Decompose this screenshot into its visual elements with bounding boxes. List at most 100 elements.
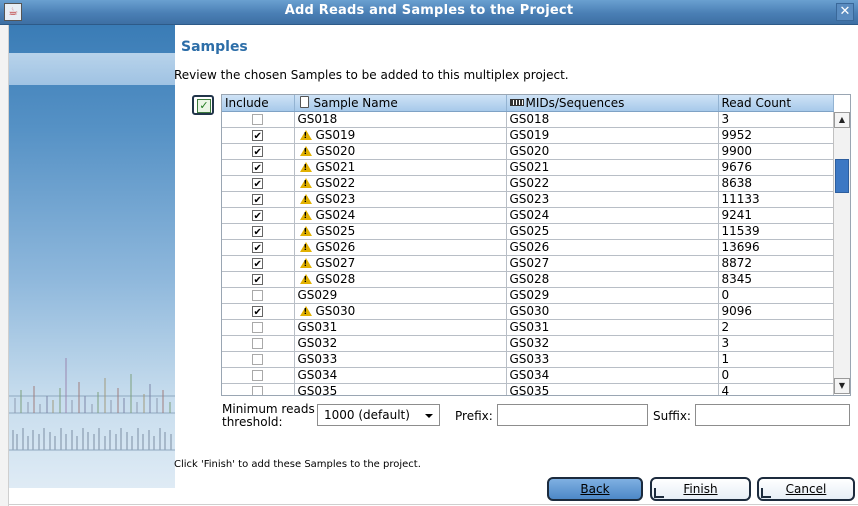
suffix-input[interactable]: [695, 404, 850, 426]
scroll-thumb[interactable]: [835, 159, 849, 193]
include-checkbox[interactable]: ✔: [252, 258, 264, 270]
mid-cell: GS022: [506, 175, 719, 192]
include-checkbox[interactable]: ✔: [252, 242, 264, 254]
read-count-cell: 9900: [718, 143, 834, 160]
column-header-read-count[interactable]: Read Count: [718, 95, 834, 112]
include-cell[interactable]: ✔: [222, 175, 295, 192]
include-checkbox[interactable]: [252, 290, 264, 301]
prefix-input[interactable]: [497, 404, 648, 426]
table-row[interactable]: ✔GS019GS0199952: [222, 127, 834, 144]
sample-name-cell: GS035: [294, 383, 507, 395]
include-checkbox[interactable]: [252, 386, 264, 395]
include-checkbox[interactable]: [252, 322, 264, 333]
include-checkbox[interactable]: ✔: [252, 162, 264, 174]
column-header-sample-name-label: Sample Name: [313, 96, 398, 110]
include-cell[interactable]: [222, 335, 295, 352]
close-icon[interactable]: ✕: [836, 3, 854, 21]
include-cell[interactable]: ✔: [222, 255, 295, 272]
back-button[interactable]: Back: [547, 477, 643, 501]
include-cell[interactable]: ✔: [222, 207, 295, 224]
table-row[interactable]: GS031 GS031 2: [222, 319, 834, 336]
include-checkbox[interactable]: ✔: [252, 210, 264, 222]
column-header-include-label: Include: [225, 96, 269, 110]
scroll-up-icon[interactable]: ▲: [834, 112, 850, 128]
include-checkbox[interactable]: [252, 354, 264, 365]
table-row[interactable]: ✔GS028GS0288345: [222, 271, 834, 288]
include-checkbox[interactable]: ✔: [252, 306, 264, 318]
finish-button-label: Finish: [683, 482, 718, 496]
table-row[interactable]: GS018 GS018 3: [222, 111, 834, 128]
sample-name-cell: GS018: [294, 111, 507, 128]
include-checkbox[interactable]: ✔: [252, 274, 264, 286]
column-header-mids[interactable]: MIDs/Sequences: [506, 95, 719, 112]
mid-cell: GS025: [506, 223, 719, 240]
section-title: Samples: [181, 39, 248, 55]
table-row[interactable]: ✔GS020GS0209900: [222, 143, 834, 160]
mid-cell: GS034: [506, 367, 719, 384]
table-row[interactable]: GS033 GS033 1: [222, 351, 834, 368]
column-header-include[interactable]: Include: [222, 95, 295, 112]
include-cell[interactable]: [222, 111, 295, 128]
scroll-down-icon[interactable]: ▼: [834, 378, 850, 394]
table-row[interactable]: ✔GS021GS0219676: [222, 159, 834, 176]
sample-name: GS031: [297, 320, 338, 334]
table-row[interactable]: ✔GS024GS0249241: [222, 207, 834, 224]
sample-name-cell: GS019: [294, 127, 507, 144]
vertical-scrollbar[interactable]: ▲ ▼: [833, 112, 850, 394]
column-header-sample-name[interactable]: Sample Name: [294, 95, 507, 112]
include-checkbox[interactable]: ✔: [252, 178, 264, 190]
sample-name: GS032: [297, 336, 338, 350]
include-checkbox[interactable]: [252, 338, 264, 349]
finish-button[interactable]: Finish: [650, 477, 751, 501]
sample-name-cell: GS027: [294, 255, 507, 272]
mid-cell: GS035: [506, 383, 719, 395]
include-cell[interactable]: ✔: [222, 143, 295, 160]
samples-table[interactable]: Include Sample Name MIDs/Sequences Read …: [221, 94, 851, 396]
include-cell[interactable]: [222, 383, 295, 395]
select-all-checkbox[interactable]: ✓: [192, 95, 214, 115]
table-row[interactable]: ✔GS022GS0228638: [222, 175, 834, 192]
table-row[interactable]: GS032 GS032 3: [222, 335, 834, 352]
sample-name: GS024: [315, 208, 356, 222]
include-cell[interactable]: ✔: [222, 127, 295, 144]
table-row[interactable]: GS035 GS035 4: [222, 383, 834, 395]
include-cell[interactable]: ✔: [222, 303, 295, 320]
read-count-cell: 3: [718, 111, 834, 128]
include-cell[interactable]: [222, 287, 295, 304]
warning-icon: [299, 306, 312, 316]
include-checkbox[interactable]: ✔: [252, 194, 264, 206]
warning-icon: [299, 178, 312, 188]
table-row[interactable]: GS029 GS029 0: [222, 287, 834, 304]
include-checkbox[interactable]: [252, 370, 264, 381]
include-checkbox[interactable]: ✔: [252, 130, 264, 142]
table-row[interactable]: ✔GS023GS02311133: [222, 191, 834, 208]
table-row[interactable]: ✔GS025GS02511539: [222, 223, 834, 240]
include-checkbox[interactable]: ✔: [252, 146, 264, 158]
include-checkbox[interactable]: [252, 114, 264, 125]
warning-icon: [299, 242, 312, 252]
include-checkbox[interactable]: ✔: [252, 226, 264, 238]
threshold-dropdown[interactable]: 1000 (default): [317, 404, 440, 426]
sidebar-graphic: [9, 25, 175, 488]
include-cell[interactable]: ✔: [222, 191, 295, 208]
mid-cell: GS032: [506, 335, 719, 352]
focus-corner-icon: [761, 488, 771, 498]
table-row[interactable]: GS034 GS034 0: [222, 367, 834, 384]
window-frame-left: [0, 25, 9, 506]
cancel-button-label: Cancel: [785, 482, 827, 496]
mid-cell: GS018: [506, 111, 719, 128]
include-cell[interactable]: [222, 319, 295, 336]
include-cell[interactable]: ✔: [222, 271, 295, 288]
prefix-label: Prefix:: [455, 409, 493, 423]
mid-cell: GS020: [506, 143, 719, 160]
include-cell[interactable]: ✔: [222, 239, 295, 256]
read-count-cell: 11133: [718, 191, 834, 208]
cancel-button[interactable]: Cancel: [757, 477, 855, 501]
table-row[interactable]: ✔GS030GS0309096: [222, 303, 834, 320]
table-row[interactable]: ✔GS026GS02613696: [222, 239, 834, 256]
include-cell[interactable]: [222, 351, 295, 368]
include-cell[interactable]: ✔: [222, 159, 295, 176]
include-cell[interactable]: [222, 367, 295, 384]
table-row[interactable]: ✔GS027GS0278872: [222, 255, 834, 272]
include-cell[interactable]: ✔: [222, 223, 295, 240]
